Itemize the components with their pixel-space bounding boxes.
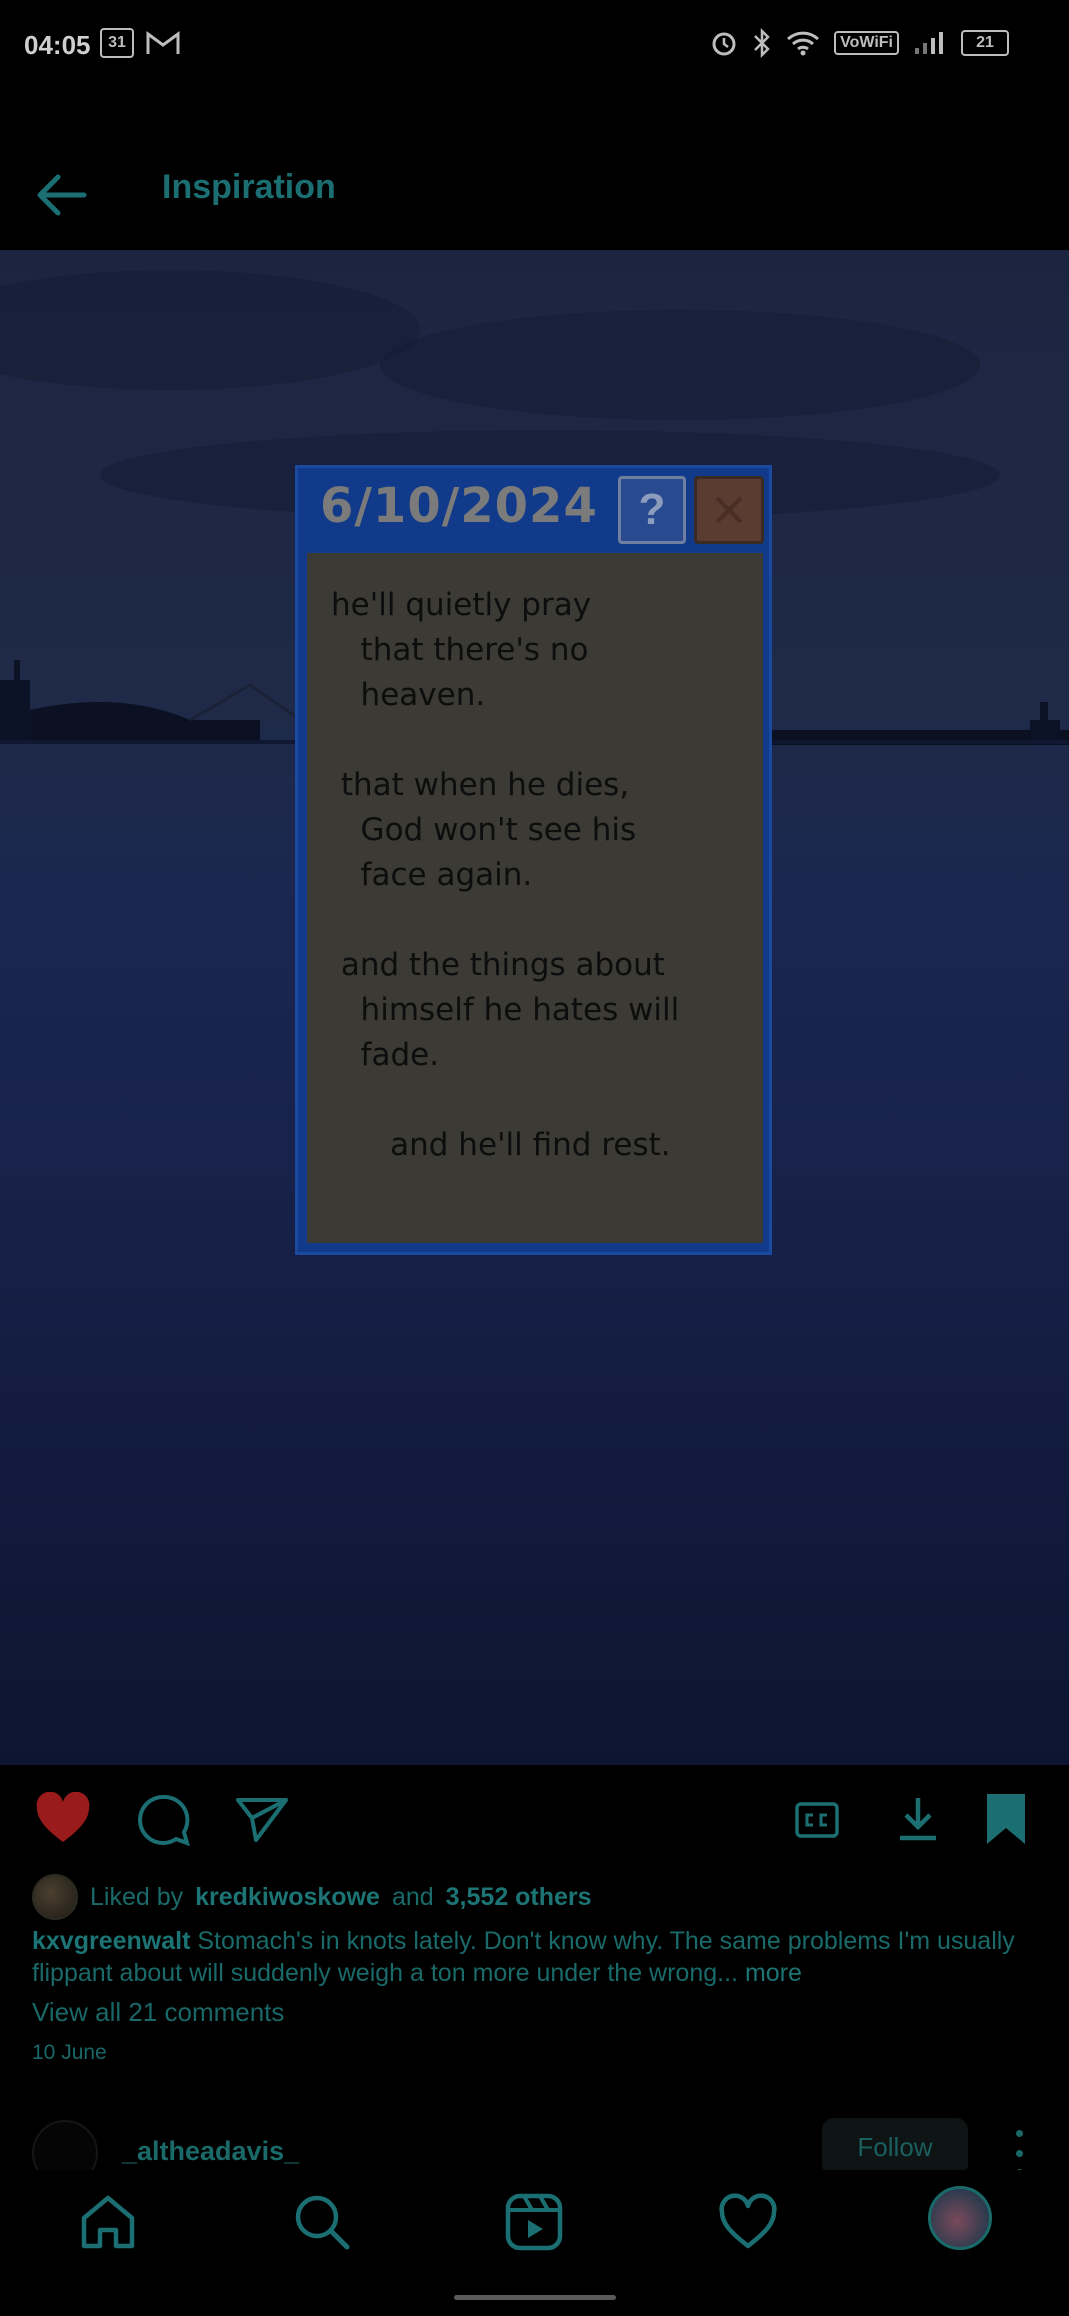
poem-text: he'll quietly pray that there's no heave… xyxy=(331,587,680,1163)
comment-icon[interactable] xyxy=(134,1792,192,1848)
page-title: Inspiration xyxy=(162,168,336,206)
next-post-header: _altheadavis_ Follow xyxy=(0,2110,1069,2186)
activity-heart-icon[interactable] xyxy=(716,2190,780,2254)
battery-icon: 21 xyxy=(961,30,1009,56)
next-post-username[interactable]: _altheadavis_ xyxy=(122,2136,299,2167)
status-right-icons: VoWiFi 21 xyxy=(710,28,1009,58)
liked-user[interactable]: kredkiwoskowe xyxy=(195,1883,380,1912)
calendar-icon: 31 xyxy=(100,28,134,58)
profile-avatar[interactable] xyxy=(928,2186,992,2250)
dialog-body: he'll quietly pray that there's no heave… xyxy=(307,553,763,1243)
gmail-icon xyxy=(146,31,180,54)
signal-icon xyxy=(915,32,943,54)
status-time: 04:05 xyxy=(24,30,91,60)
home-indicator xyxy=(454,2295,616,2300)
captions-icon[interactable] xyxy=(795,1802,839,1838)
reels-icon[interactable] xyxy=(502,2190,566,2254)
wifi-icon xyxy=(787,31,820,56)
help-icon: ? xyxy=(618,476,686,544)
retro-dialog: 6/10/2024 ? he'll quietly pray that ther… xyxy=(295,465,772,1255)
status-left-icons: 31 xyxy=(100,28,180,58)
liked-and: and xyxy=(391,1882,434,1911)
alarm-icon xyxy=(712,32,736,56)
liker-avatar xyxy=(32,1874,78,1920)
dialog-title: 6/10/2024 xyxy=(320,478,598,534)
share-icon[interactable] xyxy=(234,1794,290,1846)
bluetooth-icon xyxy=(754,28,770,58)
status-bar: 04:05 31 VoWiFi 21 xyxy=(0,0,1069,95)
home-icon[interactable] xyxy=(76,2190,140,2254)
caption-author[interactable]: kxvgreenwalt xyxy=(32,1927,190,1955)
back-arrow-icon[interactable] xyxy=(34,168,88,222)
post-date: 10 June xyxy=(32,2041,107,2064)
liked-prefix: Liked by xyxy=(90,1882,184,1911)
post-actions xyxy=(0,1790,1069,1860)
follow-button[interactable]: Follow xyxy=(822,2118,968,2176)
bookmark-icon[interactable] xyxy=(985,1792,1027,1846)
search-icon[interactable] xyxy=(290,2190,354,2254)
heart-icon[interactable] xyxy=(34,1792,92,1846)
bottom-nav xyxy=(0,2170,1069,2280)
download-icon[interactable] xyxy=(896,1796,940,1842)
liked-others[interactable]: 3,552 others xyxy=(446,1883,592,1912)
view-comments-link[interactable]: View all 21 comments xyxy=(32,1997,284,2028)
vowifi-badge: VoWiFi xyxy=(834,31,899,55)
app-header: Inspiration xyxy=(0,140,1069,250)
likes-row[interactable]: Liked by kredkiwoskowe and 3,552 others xyxy=(32,1874,592,1920)
post-caption[interactable]: kxvgreenwalt Stomach's in knots lately. … xyxy=(32,1925,1032,1989)
close-icon xyxy=(694,476,764,544)
caption-more-link[interactable]: more xyxy=(745,1959,802,1987)
